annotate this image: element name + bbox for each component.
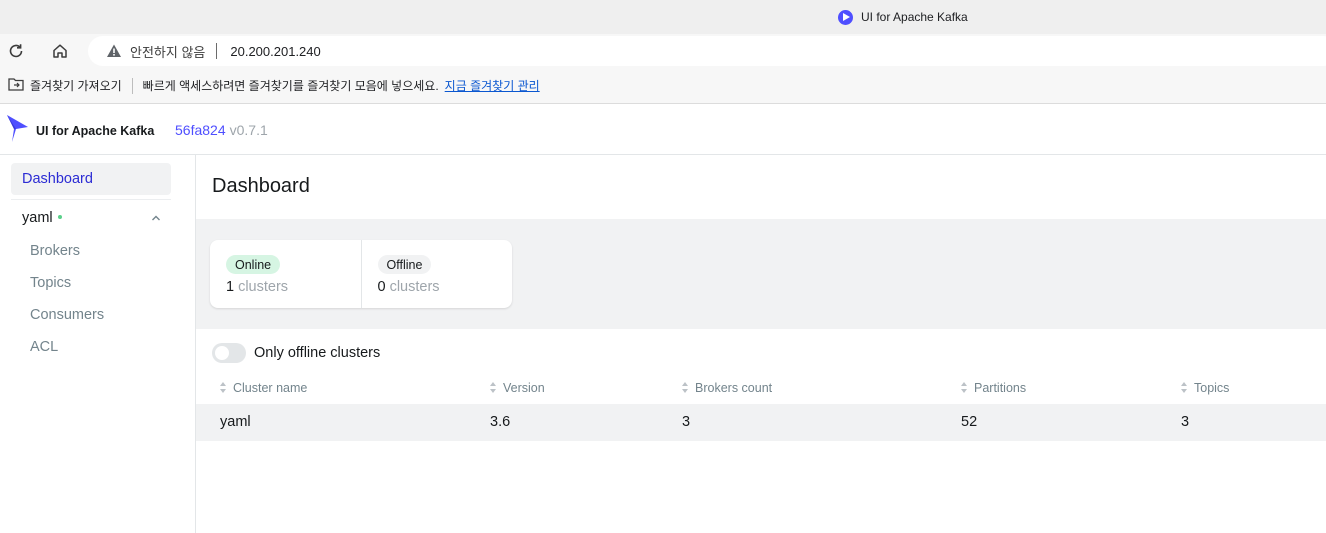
- sidebar-item-brokers[interactable]: Brokers: [30, 243, 80, 259]
- cluster-online-indicator: [57, 215, 62, 219]
- browser-tab-strip: UI for Apache Kafka: [0, 0, 1326, 34]
- online-badge: Online: [226, 255, 281, 274]
- kafka-logo-icon: [6, 113, 30, 148]
- browser-toolbar: 안전하지 않음 20.200.201.240: [0, 34, 1326, 68]
- offline-unit: clusters: [389, 279, 440, 295]
- bookmarks-hint: 빠르게 액세스하려면 즐겨찾기를 즐겨찾기 모음에 넣으세요.: [142, 79, 439, 93]
- app-header: UI for Apache Kafka 56fa824 v0.7.1: [0, 104, 1326, 155]
- version-number: v0.7.1: [229, 122, 268, 138]
- offline-count: 0: [377, 279, 386, 295]
- sidebar-item-topics[interactable]: Topics: [30, 275, 71, 291]
- column-header-cluster-name[interactable]: Cluster name: [220, 381, 307, 395]
- column-header-version[interactable]: Version: [490, 381, 545, 395]
- warning-icon[interactable]: [106, 43, 122, 59]
- column-header-topics[interactable]: Topics: [1181, 381, 1229, 395]
- column-header-partitions[interactable]: Partitions: [961, 381, 1026, 395]
- sort-icon: [1181, 382, 1188, 394]
- offline-metric-value: 0 clusters: [378, 279, 440, 295]
- cell-brokers-count: 3: [682, 414, 691, 430]
- version-info: 56fa824 v0.7.1: [175, 122, 268, 138]
- tab-title: UI for Apache Kafka: [861, 10, 968, 24]
- column-label: Partitions: [974, 381, 1027, 395]
- sidebar-item-consumers[interactable]: Consumers: [30, 307, 104, 323]
- commit-link[interactable]: 56fa824: [175, 122, 226, 138]
- cell-version: 3.6: [490, 414, 511, 430]
- folder-import-icon: [8, 77, 24, 94]
- reload-icon[interactable]: [5, 40, 27, 62]
- cell-cluster-name[interactable]: yaml: [220, 414, 251, 430]
- bookmarks-divider: [131, 77, 133, 94]
- offline-clusters-toggle-label: Only offline clusters: [254, 345, 381, 361]
- bookmarks-bar: 즐겨찾기 가져오기 빠르게 액세스하려면 즐겨찾기를 즐겨찾기 모음에 넣으세요…: [0, 68, 1326, 104]
- sidebar-item-dashboard[interactable]: Dashboard: [11, 163, 171, 195]
- column-header-brokers-count[interactable]: Brokers count: [682, 381, 772, 395]
- column-label: Cluster name: [233, 381, 308, 395]
- offline-badge: Offline: [377, 255, 432, 274]
- url-text[interactable]: 20.200.201.240: [230, 44, 320, 59]
- table-row[interactable]: yaml 3.6 3 52 3: [196, 404, 1326, 441]
- main-content: Dashboard Online 1 clusters Offline 0 clus…: [196, 155, 1326, 533]
- clusters-table-header: Cluster name Version Brokers count Parti…: [196, 375, 1326, 403]
- cell-topics: 3: [1181, 414, 1190, 430]
- sidebar-cluster-name: yaml: [22, 210, 53, 226]
- column-label: Version: [503, 381, 545, 395]
- chevron-up-icon[interactable]: [150, 212, 162, 224]
- offline-clusters-toggle[interactable]: [212, 343, 246, 363]
- metric-online: Online 1 clusters: [210, 240, 361, 308]
- app-name: UI for Apache Kafka: [36, 123, 155, 138]
- offline-filter: Only offline clusters: [212, 343, 380, 363]
- address-divider: [216, 43, 218, 59]
- column-label: Brokers count: [695, 381, 773, 395]
- sidebar-divider: [11, 199, 171, 200]
- import-bookmarks-button[interactable]: 즐겨찾기 가져오기: [8, 77, 122, 94]
- app-logo[interactable]: UI for Apache Kafka: [6, 113, 154, 148]
- address-bar[interactable]: 안전하지 않음 20.200.201.240: [88, 36, 1326, 66]
- security-status-label[interactable]: 안전하지 않음: [130, 42, 205, 61]
- toggle-knob: [215, 346, 229, 360]
- sidebar-item-acl[interactable]: ACL: [30, 339, 58, 355]
- import-bookmarks-label: 즐겨찾기 가져오기: [30, 79, 122, 93]
- sort-icon: [490, 382, 497, 394]
- kafka-ui-favicon-icon: [838, 9, 853, 25]
- home-icon[interactable]: [49, 40, 71, 62]
- metric-offline: Offline 0 clusters: [360, 240, 513, 308]
- sort-icon: [682, 382, 689, 394]
- sort-icon: [220, 382, 227, 394]
- browser-tab[interactable]: UI for Apache Kafka: [838, 8, 968, 26]
- sort-icon: [961, 382, 968, 394]
- online-count: 1: [226, 279, 235, 295]
- manage-bookmarks-link[interactable]: 지금 즐겨찾기 관리: [445, 77, 540, 94]
- online-unit: clusters: [238, 279, 289, 295]
- cluster-metrics-card: Online 1 clusters Offline 0 clusters: [210, 240, 512, 308]
- column-label: Topics: [1194, 381, 1230, 395]
- online-metric-value: 1 clusters: [226, 279, 288, 295]
- sidebar-cluster-toggle[interactable]: yaml: [22, 208, 172, 228]
- metrics-section: Online 1 clusters Offline 0 clusters: [196, 219, 1326, 329]
- cell-partitions: 52: [961, 414, 978, 430]
- sidebar: Dashboard yaml Brokers Topics Consumers …: [0, 155, 196, 533]
- page-title: Dashboard: [212, 175, 310, 197]
